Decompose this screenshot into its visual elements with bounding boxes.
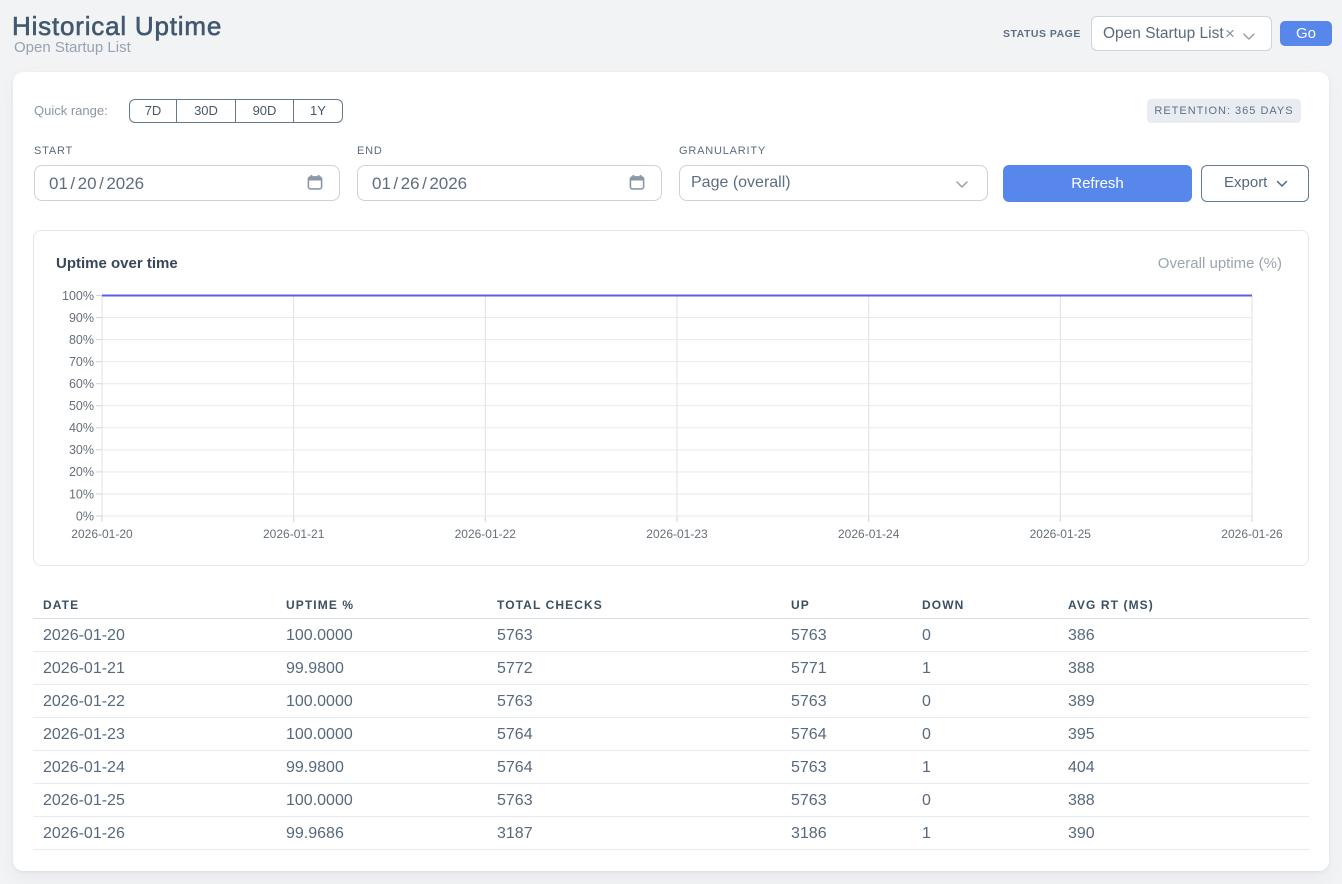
svg-text:70%: 70% xyxy=(69,355,94,369)
svg-text:20%: 20% xyxy=(69,465,94,479)
svg-text:40%: 40% xyxy=(69,421,94,435)
svg-text:30%: 30% xyxy=(69,443,94,457)
svg-text:50%: 50% xyxy=(69,399,94,413)
svg-text:2026-01-22: 2026-01-22 xyxy=(455,527,517,541)
svg-text:2026-01-26: 2026-01-26 xyxy=(1221,527,1283,541)
svg-text:10%: 10% xyxy=(69,487,94,501)
svg-text:60%: 60% xyxy=(69,377,94,391)
svg-text:2026-01-20: 2026-01-20 xyxy=(71,527,133,541)
svg-text:2026-01-23: 2026-01-23 xyxy=(646,527,708,541)
svg-text:2026-01-24: 2026-01-24 xyxy=(838,527,900,541)
svg-text:0%: 0% xyxy=(76,509,94,523)
svg-text:2026-01-25: 2026-01-25 xyxy=(1030,527,1092,541)
svg-text:80%: 80% xyxy=(69,333,94,347)
svg-text:100%: 100% xyxy=(62,289,94,303)
svg-text:2026-01-21: 2026-01-21 xyxy=(263,527,325,541)
svg-text:90%: 90% xyxy=(69,311,94,325)
